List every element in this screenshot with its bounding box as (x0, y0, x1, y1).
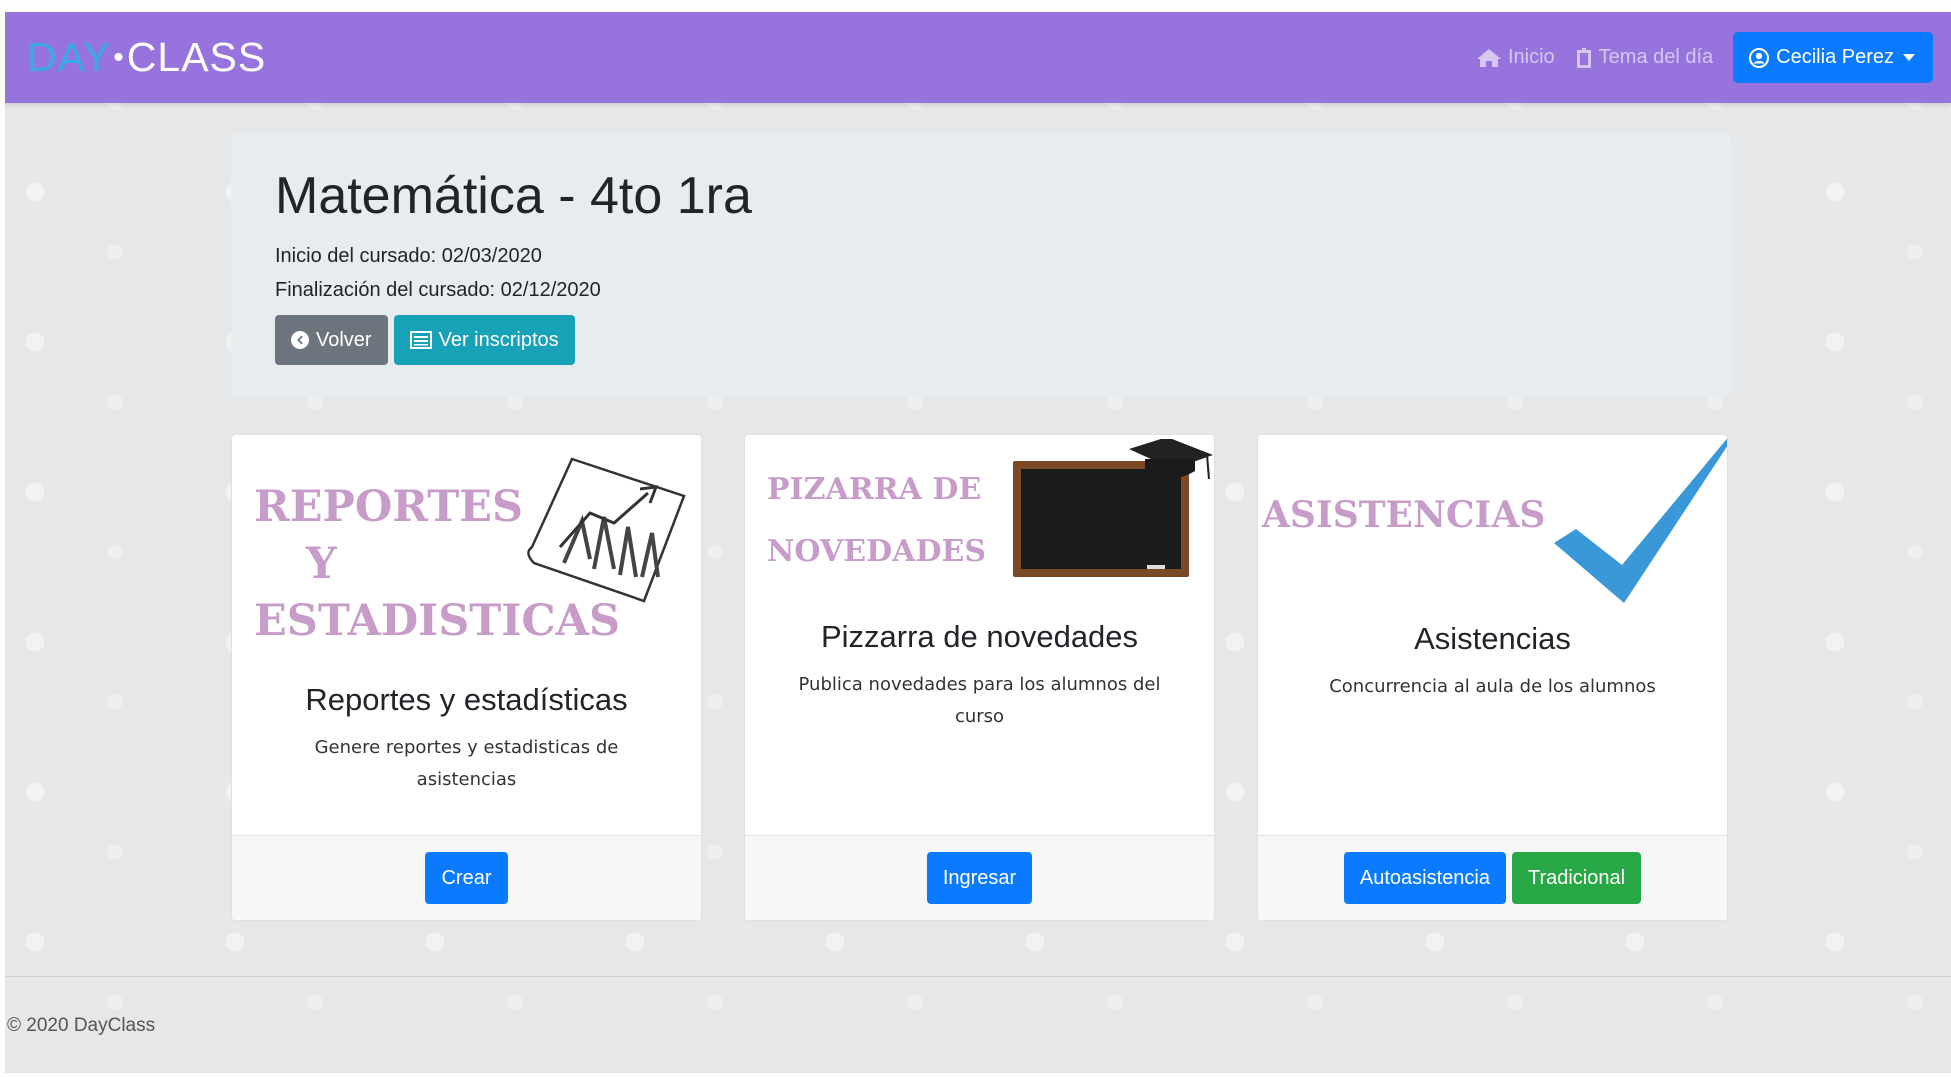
brand-dot: • (113, 40, 125, 74)
checkmark-icon (1554, 438, 1727, 603)
card-board: PIZARRA DE NOVEDADES Pizzarra de novedad… (744, 434, 1215, 921)
navbar: DAY • CLASS Inicio Tema del día Cecilia … (5, 12, 1951, 103)
home-icon (1476, 48, 1501, 67)
course-start: Inicio del cursado: 02/03/2020 (275, 245, 542, 268)
view-enrolled-label: Ver inscriptos (438, 328, 559, 351)
traditional-attendance-button[interactable]: Tradicional (1511, 852, 1642, 904)
view-enrolled-button[interactable]: Ver inscriptos (393, 315, 575, 366)
brand-class: CLASS (126, 34, 267, 80)
board-image: PIZARRA DE NOVEDADES (745, 435, 1214, 619)
nav-link-topic[interactable]: Tema del día (1575, 46, 1714, 69)
reports-image: REPORTES Y ESTADISTICAS (232, 435, 701, 680)
back-button[interactable]: Volver (275, 315, 388, 366)
user-circle-icon (1749, 47, 1770, 68)
brand-logo[interactable]: DAY • CLASS (27, 34, 266, 81)
chart-sketch-icon (527, 457, 686, 603)
back-label: Volver (316, 328, 372, 351)
attendance-title: Asistencias (1414, 621, 1571, 656)
self-attendance-button[interactable]: Autoasistencia (1343, 852, 1506, 904)
list-icon (409, 331, 432, 350)
user-name: Cecilia Perez (1776, 46, 1894, 68)
course-header: Matemática - 4to 1ra Inicio del cursado:… (231, 134, 1731, 397)
attendance-footer: Autoasistencia Tradicional (1258, 835, 1727, 920)
card-attendance: ASISTENCIAS Asistencias Concurrencia al … (1257, 434, 1728, 921)
attendance-text: Concurrencia al aula de los alumnos (1329, 676, 1656, 697)
chevron-down-icon (1903, 54, 1915, 61)
board-image-line-2: NOVEDADES (767, 534, 987, 569)
attendance-image-text: ASISTENCIAS (1262, 494, 1546, 536)
clipboard-icon (1576, 47, 1591, 68)
chalkboard-icon (1013, 439, 1213, 577)
arrow-left-circle-icon (291, 331, 309, 350)
course-title: Matemática - 4to 1ra (275, 167, 752, 225)
nav-right: Inicio Tema del día Cecilia Perez (1476, 32, 1933, 83)
board-footer: Ingresar (745, 835, 1214, 920)
app-frame: DAY • CLASS Inicio Tema del día Cecilia … (5, 12, 1951, 1073)
enter-board-button[interactable]: Ingresar (926, 852, 1033, 904)
board-image-line-1: PIZARRA DE (767, 472, 982, 507)
reports-text: Genere reportes y estadisticas de asiste… (314, 737, 619, 790)
create-report-button[interactable]: Crear (425, 852, 508, 904)
board-title: Pizzarra de novedades (820, 619, 1139, 654)
copyright-text: © 2020 DayClass (7, 1015, 156, 1036)
attendance-image: ASISTENCIAS (1258, 435, 1727, 621)
course-actions: Volver Ver inscriptos (275, 315, 1687, 366)
nav-link-home[interactable]: Inicio (1476, 46, 1555, 69)
page-footer: © 2020 DayClass (5, 976, 1951, 1073)
reports-footer: Crear (232, 835, 701, 920)
nav-topic-label: Tema del día (1598, 46, 1714, 68)
nav-home-label: Inicio (1507, 46, 1555, 68)
card-reports: REPORTES Y ESTADISTICAS Reportes y estad… (231, 434, 702, 921)
board-text: Publica novedades para los alumnos del c… (798, 674, 1161, 727)
user-dropdown-button[interactable]: Cecilia Perez (1733, 32, 1933, 83)
course-end: Finalización del cursado: 02/12/2020 (275, 279, 601, 302)
brand-day: DAY (27, 34, 112, 80)
reports-title: Reportes y estadísticas (305, 682, 628, 717)
